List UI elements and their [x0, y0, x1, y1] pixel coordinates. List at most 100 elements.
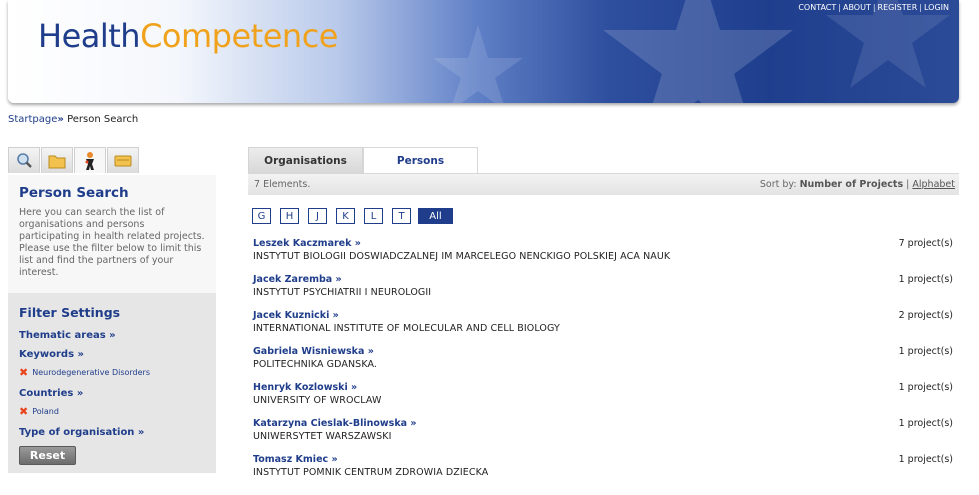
sidebar-tab-card[interactable]	[107, 147, 139, 173]
sidebar-tab-folder[interactable]	[41, 147, 73, 173]
sort-options: Sort by: Number of Projects | Alphabet	[760, 179, 955, 190]
results-count: 7 Elements.	[254, 179, 311, 190]
selected-country: ✖ Poland	[19, 405, 205, 418]
filter-settings-title: Filter Settings	[19, 305, 121, 320]
person-icon	[85, 151, 94, 170]
header-banner: HealthCompetence CONTACT | ABOUT | REGISTER |…	[8, 0, 959, 103]
person-name-link[interactable]: Henryk Kozlowski »	[253, 382, 959, 393]
letter-h-button[interactable]: H	[280, 208, 299, 224]
project-count: 1 project(s)	[898, 382, 953, 393]
person-name-link[interactable]: Leszek Kaczmarek »	[253, 238, 959, 249]
sidebar-panel: Person Search Here you can search the li…	[8, 175, 216, 473]
letter-filter: G H J K L T All	[248, 208, 959, 224]
person-arrow: »	[410, 418, 417, 429]
person-organisation: INSTYTUT BIOLOGII DOSWIADCZALNEJ IM MARC…	[253, 251, 671, 262]
search-icon	[17, 152, 32, 168]
person-name: Leszek Kaczmarek	[253, 238, 352, 249]
person-arrow: »	[351, 382, 358, 393]
sort-number-of-projects: Number of Projects	[799, 179, 904, 190]
person-name-link[interactable]: Tomasz Kmiec »	[253, 454, 959, 465]
filter-label: Type of organisation	[19, 427, 135, 438]
letter-l-button[interactable]: L	[364, 208, 383, 224]
logo-competence: Competence	[140, 17, 338, 55]
person-name-link[interactable]: Jacek Kuznicki »	[253, 310, 959, 321]
person-name: Tomasz Kmiec	[253, 454, 329, 465]
main-content: Organisations Persons 7 Elements. Sort b…	[248, 147, 959, 490]
sort-label: Sort by:	[759, 179, 797, 190]
remove-icon[interactable]: ✖	[19, 405, 28, 418]
sidebar-tabs	[8, 147, 140, 173]
sidebar-description: Here you can search the list of organisa…	[19, 207, 205, 278]
filter-settings: Filter Settings Thematic areas » Keyword…	[8, 293, 216, 477]
filter-keywords[interactable]: Keywords »	[19, 349, 205, 360]
person-organisation: POLITECHNIKA GDANSKA.	[253, 359, 378, 370]
person-name: Jacek Zaremba	[253, 274, 333, 285]
filter-arrow: »	[77, 349, 84, 360]
selected-country-label: Poland	[32, 407, 59, 416]
tab-organisations[interactable]: Organisations	[248, 147, 363, 173]
person-name-link[interactable]: Jacek Zaremba »	[253, 274, 959, 285]
project-count: 1 project(s)	[898, 274, 953, 285]
person-arrow: »	[354, 238, 361, 249]
person-name: Gabriela Wisniewska	[253, 346, 365, 357]
person-arrow: »	[332, 310, 339, 321]
person-arrow: »	[331, 454, 338, 465]
contact-link[interactable]: CONTACT	[798, 3, 836, 12]
letter-g-button[interactable]: G	[252, 208, 271, 224]
result-tabs: Organisations Persons	[248, 147, 959, 173]
project-count: 7 project(s)	[898, 238, 953, 249]
tab-persons[interactable]: Persons	[363, 147, 478, 173]
person-name: Jacek Kuznicki	[253, 310, 330, 321]
letter-t-button[interactable]: T	[392, 208, 411, 224]
letter-all-button[interactable]: All	[418, 208, 453, 224]
person-list: Leszek Kaczmarek » INSTYTUT BIOLOGII DOS…	[248, 238, 959, 490]
person-name: Henryk Kozlowski	[253, 382, 348, 393]
filter-label: Keywords	[19, 349, 75, 360]
person-organisation: INSTYTUT POMNIK CENTRUM ZDROWIA DZIECKA	[253, 467, 489, 478]
list-item: Henryk Kozlowski » UNIVERSITY OF WROCLAW…	[248, 382, 959, 418]
list-item: Gabriela Wisniewska » POLITECHNIKA GDANS…	[248, 346, 959, 382]
remove-icon[interactable]: ✖	[19, 366, 28, 379]
register-link[interactable]: REGISTER	[878, 3, 918, 12]
sidebar-intro: Person Search Here you can search the li…	[8, 175, 216, 293]
list-item: Katarzyna Cieslak-Blinowska » UNIWERSYTE…	[248, 418, 959, 454]
site-logo[interactable]: HealthCompetence	[38, 17, 338, 55]
breadcrumb-separator: »	[57, 114, 64, 125]
filter-label: Countries	[19, 388, 74, 399]
sidebar-tab-search[interactable]	[8, 147, 40, 173]
person-arrow: »	[367, 346, 374, 357]
filter-countries[interactable]: Countries »	[19, 388, 205, 399]
reset-button[interactable]: Reset	[19, 446, 76, 465]
person-organisation: INTERNATIONAL INSTITUTE OF MOLECULAR AND…	[253, 323, 560, 334]
list-item: Jacek Kuznicki » INTERNATIONAL INSTITUTE…	[248, 310, 959, 346]
breadcrumb: Startpage» Person Search	[8, 114, 138, 125]
sidebar-tab-persons[interactable]	[74, 147, 106, 173]
person-name-link[interactable]: Katarzyna Cieslak-Blinowska »	[253, 418, 959, 429]
filter-arrow: »	[137, 427, 145, 438]
person-name-link[interactable]: Gabriela Wisniewska »	[253, 346, 959, 357]
letter-j-button[interactable]: J	[308, 208, 327, 224]
sidebar-title: Person Search	[19, 185, 129, 201]
about-link[interactable]: ABOUT	[843, 3, 871, 12]
breadcrumb-startpage[interactable]: Startpage	[8, 114, 57, 125]
person-name: Katarzyna Cieslak-Blinowska	[253, 418, 408, 429]
person-organisation: INSTYTUT PSYCHIATRII I NEUROLOGII	[253, 287, 432, 298]
letter-k-button[interactable]: K	[336, 208, 355, 224]
filter-organisation-type[interactable]: Type of organisation »	[19, 427, 205, 438]
filter-label: Thematic areas	[19, 330, 106, 341]
login-link[interactable]: LOGIN	[924, 3, 949, 12]
project-count: 1 project(s)	[898, 454, 953, 465]
person-organisation: UNIWERSYTET WARSZAWSKI	[253, 431, 392, 442]
results-infobar: 7 Elements. Sort by: Number of Projects …	[248, 173, 959, 195]
project-count: 1 project(s)	[898, 418, 953, 429]
person-organisation: UNIVERSITY OF WROCLAW	[253, 395, 382, 406]
filter-thematic-areas[interactable]: Thematic areas »	[19, 330, 205, 341]
selected-keyword-label: Neurodegenerative Disorders	[32, 368, 150, 377]
person-arrow: »	[335, 274, 342, 285]
selected-keyword: ✖ Neurodegenerative Disorders	[19, 366, 205, 379]
project-count: 2 project(s)	[898, 310, 953, 321]
filter-arrow: »	[76, 388, 84, 399]
list-item: Jacek Zaremba » INSTYTUT PSYCHIATRII I N…	[248, 274, 959, 310]
sort-alphabet-link[interactable]: Alphabet	[912, 179, 955, 190]
filter-arrow: »	[109, 330, 116, 341]
